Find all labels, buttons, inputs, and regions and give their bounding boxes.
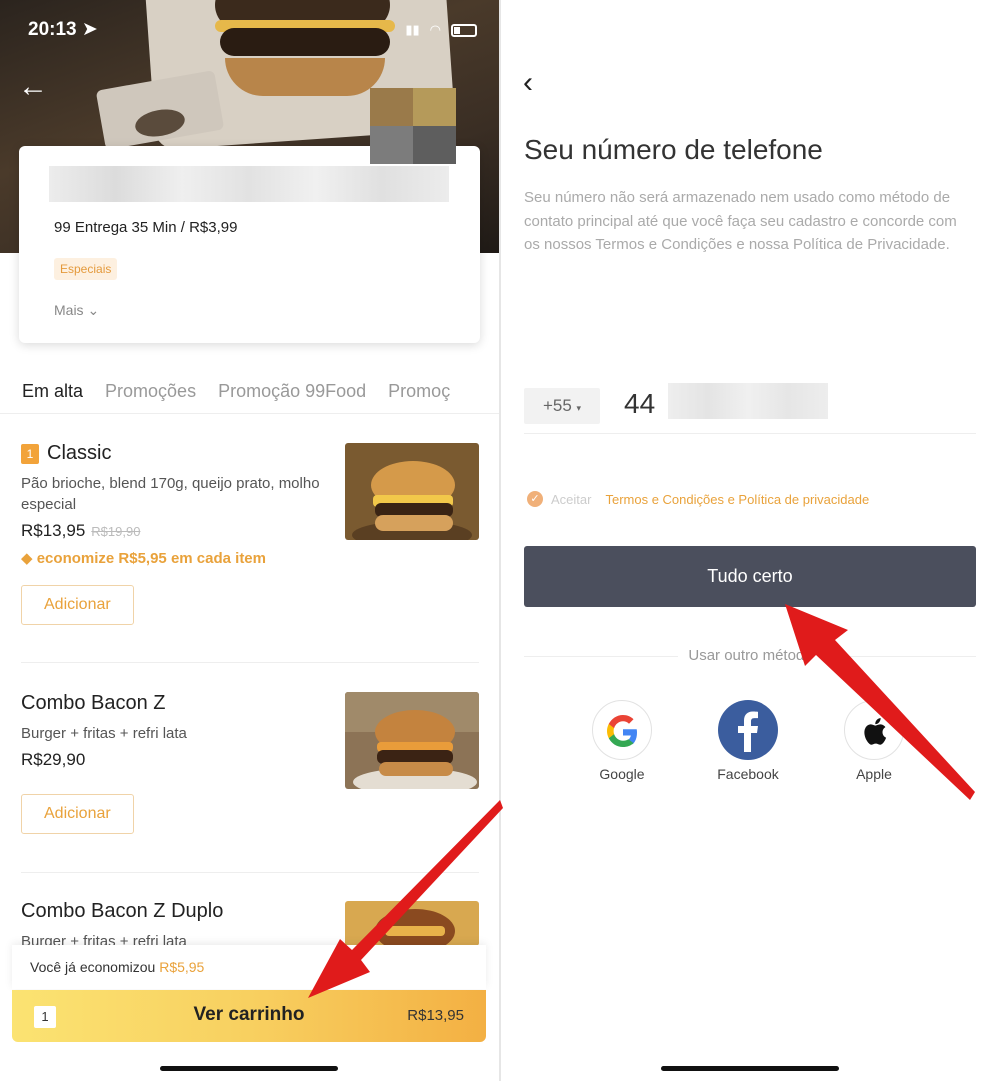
add-button[interactable]: Adicionar bbox=[21, 794, 134, 834]
item-price: R$13,95 bbox=[21, 521, 86, 540]
accept-label: Aceitar bbox=[551, 491, 592, 507]
menu-item[interactable]: Combo Bacon Z Burger + fritas + refri la… bbox=[21, 692, 479, 834]
home-indicator bbox=[661, 1066, 839, 1071]
delivery-info: 99 Entrega 35 Min / R$3,99 bbox=[54, 219, 238, 236]
category-tabs: Em alta Promoções Promoção 99Food Promoç bbox=[0, 372, 499, 414]
signal-icon: ▮▮ bbox=[405, 22, 420, 37]
submit-button[interactable]: Tudo certo bbox=[524, 546, 976, 607]
page-description: Seu número não será armazenado nem usado… bbox=[524, 189, 957, 253]
country-code: +55 bbox=[542, 396, 572, 415]
item-name: Classic bbox=[47, 442, 112, 464]
savings-amount: R$5,95 bbox=[159, 959, 205, 975]
add-button[interactable]: Adicionar bbox=[21, 585, 134, 625]
page-title: Seu número de telefone bbox=[524, 134, 823, 165]
checkmark-icon[interactable]: ✓ bbox=[527, 491, 543, 507]
back-arrow-icon[interactable]: ← bbox=[18, 72, 48, 102]
view-cart-button[interactable]: 1 Ver carrinho R$13,95 bbox=[12, 990, 486, 1042]
item-saving: economize R$5,95 em cada item bbox=[36, 550, 266, 567]
more-button[interactable]: Mais ⌄ bbox=[54, 302, 99, 319]
country-code-select[interactable]: +55 ▾ bbox=[524, 388, 600, 424]
chevron-down-icon: ⌄ bbox=[87, 302, 100, 318]
store-logo-pixelated bbox=[370, 88, 456, 164]
phone-number-blurred bbox=[668, 383, 828, 419]
savings-text: Você já economizou bbox=[30, 959, 160, 975]
phone-input[interactable]: 44 bbox=[624, 388, 655, 420]
status-time: 20:13 ➤ bbox=[28, 19, 98, 40]
separator bbox=[21, 662, 479, 663]
tab-em-alta[interactable]: Em alta bbox=[22, 372, 83, 413]
item-photo bbox=[345, 901, 479, 946]
google-label: Google bbox=[599, 766, 645, 782]
item-name: Combo Bacon Z Duplo bbox=[21, 900, 224, 922]
item-description: Burger + fritas + refri lata bbox=[21, 725, 187, 742]
store-name-blurred bbox=[49, 166, 449, 202]
store-screen: 20:13 ➤ ▮▮ ◠ ← 99 Entrega 35 Min / R$3,9… bbox=[0, 0, 499, 1081]
facebook-icon bbox=[718, 700, 778, 760]
item-description: Pão brioche, blend 170g, queijo prato, m… bbox=[21, 475, 320, 513]
apple-label: Apple bbox=[856, 766, 892, 782]
rank-badge: 1 bbox=[21, 443, 39, 464]
terms-link[interactable]: Termos e Condições e Política de privaci… bbox=[605, 492, 869, 507]
google-login-button[interactable]: Google bbox=[590, 700, 654, 782]
tab-promocoes[interactable]: Promoções bbox=[105, 372, 196, 413]
tab-promocoes-2[interactable]: Promoç bbox=[388, 372, 450, 413]
item-price: R$29,90 bbox=[21, 750, 86, 769]
back-chevron-icon[interactable]: ‹ bbox=[523, 68, 533, 98]
facebook-login-button[interactable]: Facebook bbox=[716, 700, 780, 782]
other-method-label: Usar outro método bbox=[678, 647, 823, 664]
home-indicator bbox=[160, 1066, 338, 1071]
dropdown-caret-icon: ▾ bbox=[576, 403, 582, 413]
terms-checkbox-row[interactable]: ✓ Aceitar Termos e Condições e Política … bbox=[527, 491, 869, 507]
item-name: Combo Bacon Z bbox=[21, 692, 166, 714]
item-old-price: R$19,90 bbox=[91, 524, 141, 539]
facebook-label: Facebook bbox=[717, 766, 779, 782]
status-icons: ▮▮ ◠ bbox=[405, 22, 477, 38]
battery-icon bbox=[451, 23, 477, 37]
menu-item[interactable]: 1 Classic Pão brioche, blend 170g, queijo… bbox=[21, 442, 479, 625]
savings-banner: Você já economizou R$5,95 bbox=[12, 945, 486, 989]
apple-icon bbox=[844, 700, 904, 760]
phone-prefix: 44 bbox=[624, 388, 656, 419]
wifi-icon: ◠ bbox=[429, 22, 441, 37]
store-info-card: 99 Entrega 35 Min / R$3,99 Especiais Mai… bbox=[19, 146, 480, 343]
tab-promocao-99food[interactable]: Promoção 99Food bbox=[218, 372, 366, 413]
tag-icon: ◆ bbox=[21, 550, 33, 567]
input-underline bbox=[524, 433, 976, 434]
phone-login-screen: ‹ Seu número de telefone Seu número não … bbox=[501, 0, 1000, 1081]
separator bbox=[21, 872, 479, 873]
store-tag: Especiais bbox=[54, 258, 118, 280]
item-photo bbox=[345, 692, 479, 789]
google-icon bbox=[592, 700, 652, 760]
more-label: Mais bbox=[54, 302, 84, 318]
apple-login-button[interactable]: Apple bbox=[842, 700, 906, 782]
cart-total: R$13,95 bbox=[407, 1007, 464, 1024]
item-photo bbox=[345, 443, 479, 540]
